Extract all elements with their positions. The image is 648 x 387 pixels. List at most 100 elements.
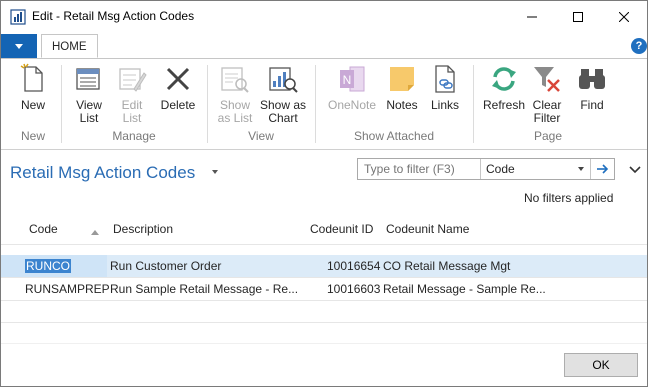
group-label-view: View [248, 129, 274, 143]
view-list-label-1: View [76, 98, 102, 112]
show-as-chart-icon [269, 67, 298, 93]
chevron-down-icon[interactable] [578, 167, 584, 171]
divider [590, 159, 591, 179]
title-bar: Edit - Retail Msg Action Codes [1, 1, 647, 33]
show-as-chart-label-1: Show as [259, 98, 307, 112]
cell-codeunit-id[interactable]: 10016603 [327, 282, 380, 296]
column-header-code[interactable]: Code [29, 222, 58, 236]
cell-codeunit-name[interactable]: Retail Message - Sample Re... [383, 282, 546, 296]
caret-down-icon[interactable] [212, 170, 218, 174]
show-as-list-label-2: as List [217, 111, 253, 125]
onenote-button[interactable]: N OneNote [325, 63, 379, 112]
filter-bar: Code [357, 158, 615, 180]
header-divider [1, 244, 647, 245]
column-header-codeunit-name[interactable]: Codeunit Name [386, 222, 469, 236]
notes-button[interactable]: Notes [383, 63, 421, 112]
filter-status: No filters applied [524, 191, 614, 205]
tab-home[interactable]: HOME [41, 34, 98, 58]
maximize-icon [573, 12, 583, 22]
filter-input[interactable] [364, 162, 474, 176]
minimize-button[interactable] [509, 1, 555, 33]
chevron-down-icon[interactable] [629, 165, 641, 175]
column-header-description[interactable]: Description [113, 222, 173, 236]
app-menu-button[interactable] [1, 34, 37, 58]
clear-filter-label-2: Filter [533, 111, 561, 125]
table-row[interactable]: RUNCO Run Customer Order 10016654 CO Ret… [1, 255, 647, 277]
clear-filter-label-1: Clear [532, 98, 562, 112]
group-label-new: New [20, 129, 45, 143]
show-as-chart-label-2: Chart [268, 111, 298, 125]
refresh-icon [492, 67, 516, 91]
new-button[interactable]: New [15, 63, 51, 112]
maximize-button[interactable] [555, 1, 601, 33]
cell-codeunit-id[interactable]: 10016654 [327, 259, 380, 273]
find-button[interactable]: Find [575, 63, 609, 112]
ok-button[interactable]: OK [564, 353, 638, 377]
help-icon[interactable]: ? [631, 38, 647, 54]
column-header-codeunit-id[interactable]: Codeunit ID [310, 222, 373, 236]
notes-icon [390, 67, 414, 91]
window-title: Edit - Retail Msg Action Codes [32, 9, 195, 23]
links-button[interactable]: Links [427, 63, 463, 112]
delete-icon [166, 67, 190, 91]
refresh-button[interactable]: Refresh [481, 63, 527, 112]
new-document-icon [20, 63, 43, 92]
refresh-label: Refresh [482, 98, 526, 112]
view-list-icon [76, 68, 100, 90]
dialog-window: Edit - Retail Msg Action Codes HOME ? Ne… [0, 0, 648, 387]
minimize-icon [527, 16, 537, 18]
group-divider [207, 65, 208, 143]
close-button[interactable] [601, 1, 647, 33]
close-icon [619, 12, 629, 22]
sort-ascending-icon [91, 230, 99, 235]
onenote-label: OneNote [327, 98, 377, 112]
edit-list-button[interactable]: Edit List [113, 63, 151, 125]
filter-field-select[interactable]: Code [486, 162, 515, 176]
links-icon [435, 65, 455, 93]
group-divider [315, 65, 316, 143]
cell-code[interactable]: RUNCO [25, 259, 71, 273]
group-label-manage: Manage [112, 129, 156, 143]
apply-filter-button[interactable] [594, 161, 612, 177]
cell-code-text: RUNCO [25, 259, 71, 273]
edit-list-icon [119, 68, 147, 92]
cell-description[interactable]: Run Customer Order [110, 259, 221, 273]
group-divider [61, 65, 62, 143]
group-divider [473, 65, 474, 143]
edit-list-label-2: List [122, 111, 142, 125]
find-label: Find [580, 98, 604, 112]
edit-list-label-1: Edit [121, 98, 143, 112]
cell-codeunit-name[interactable]: CO Retail Message Mgt [383, 259, 510, 273]
ribbon: New New View List Edit List Delete Manag… [1, 59, 647, 150]
view-list-label-2: List [79, 111, 99, 125]
cell-code[interactable]: RUNSAMPREP [25, 282, 110, 296]
clear-filter-button[interactable]: Clear Filter [529, 63, 565, 125]
arrow-right-icon [597, 164, 609, 174]
show-as-list-label-1: Show [219, 98, 251, 112]
divider [480, 159, 481, 179]
show-as-list-button[interactable]: Show as List [215, 63, 255, 125]
new-label: New [20, 98, 45, 112]
app-icon [10, 9, 26, 25]
view-list-button[interactable]: View List [69, 63, 109, 125]
page-title[interactable]: Retail Msg Action Codes [10, 163, 195, 183]
show-as-list-icon [221, 67, 249, 93]
links-label: Links [430, 98, 459, 112]
group-label-page: Page [533, 129, 563, 143]
delete-label: Delete [160, 98, 196, 112]
binoculars-icon [579, 69, 605, 89]
ribbon-tab-bar: HOME ? [1, 34, 647, 59]
footer-divider [1, 343, 647, 344]
cell-description[interactable]: Run Sample Retail Message - Re... [110, 282, 298, 296]
row-divider [1, 322, 647, 323]
show-as-chart-button[interactable]: Show as Chart [259, 63, 307, 125]
svg-text:N: N [343, 73, 352, 87]
row-divider [1, 300, 647, 301]
onenote-icon: N [340, 66, 365, 92]
caret-down-icon [15, 43, 23, 49]
table-row[interactable]: RUNSAMPREP Run Sample Retail Message - R… [1, 278, 647, 300]
clear-filter-icon [534, 67, 560, 92]
notes-label: Notes [386, 98, 418, 112]
delete-button[interactable]: Delete [157, 63, 199, 112]
group-label-show-attached: Show Attached [353, 129, 435, 143]
